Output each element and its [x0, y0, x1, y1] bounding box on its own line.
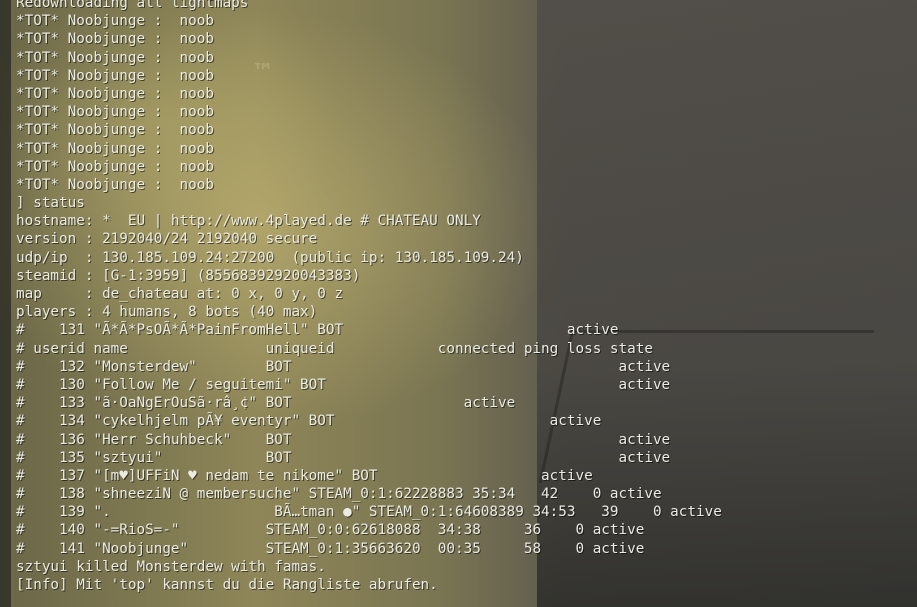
- console-line: *TOT* Noobjunge : noob: [16, 31, 214, 48]
- console-output: Redownloading all lightmaps *TOT* Noobjun…: [16, 0, 917, 594]
- console-left-edge: [0, 0, 11, 607]
- console-line: version : 2192040/24 2192040 secure: [16, 231, 318, 248]
- console-line: *TOT* Noobjunge : noob: [16, 122, 214, 139]
- console-line: *TOT* Noobjunge : noob: [16, 67, 214, 84]
- console-line: # 138 "shneeziN @ membersuche" STEAM_0:1…: [16, 486, 662, 503]
- console-line: *TOT* Noobjunge : noob: [16, 140, 214, 157]
- console-line: # 139 ". BÃ…tman ●" STEAM_0:1:64608389 3…: [16, 504, 722, 521]
- console-line: # 135 "sztyui" BOT active: [16, 449, 671, 466]
- console-line: # 130 "Follow Me / seguitemi" BOT active: [16, 376, 671, 393]
- console-line: # 134 "cykelhjelm pÃ¥ eventyr" BOT activ…: [16, 413, 602, 430]
- console-line: [Info] Mit 'top' kannst du die Rangliste…: [16, 577, 438, 593]
- console-line: # 140 "-=RioS=-" STEAM_0:0:62618088 34:3…: [16, 522, 645, 539]
- console-line: udp/ip : 130.185.109.24:27200 (public ip…: [16, 249, 524, 266]
- console-line: *TOT* Noobjunge : noob: [16, 13, 214, 30]
- console-line: players : 4 humans, 8 bots (40 max): [16, 304, 318, 321]
- console-line: # 137 "[m♥]UFFiN ♥ nedam te nikome" BOT …: [16, 467, 593, 484]
- console-line: *TOT* Noobjunge : noob: [16, 158, 214, 175]
- console-line: # userid name uniqueid connected ping lo…: [16, 340, 653, 357]
- console-line: # 131 "Ã*Ã*PsOÃ*Ã*PainFromHell" BOT acti…: [16, 322, 619, 339]
- console-line: # 132 "Monsterdew" BOT active: [16, 358, 671, 375]
- console-line: *TOT* Noobjunge : noob: [16, 85, 214, 102]
- console-line: ] status: [16, 195, 85, 212]
- console-line: steamid : [G-1:3959] (85568392920043383): [16, 267, 361, 284]
- console-line: # 141 "Noobjunge" STEAM_0:1:35663620 00:…: [16, 540, 645, 557]
- console-line: *TOT* Noobjunge : noob: [16, 104, 214, 121]
- console-line: map : de_chateau at: 0 x, 0 y, 0 z: [16, 286, 344, 302]
- console-line: hostname: * EU | http://www.4played.de #…: [16, 213, 481, 230]
- console-line: # 136 "Herr Schuhbeck" BOT active: [16, 431, 671, 448]
- console-line: # 133 "ã·OaNgErOuSã·râ¸¢" BOT active: [16, 395, 516, 412]
- console-line: *TOT* Noobjunge : noob: [16, 49, 214, 66]
- console-line: *TOT* Noobjunge : noob: [16, 176, 214, 193]
- console-line: sztyui killed Monsterdew with famas.: [16, 558, 326, 575]
- console-line: Redownloading all lightmaps: [16, 0, 249, 11]
